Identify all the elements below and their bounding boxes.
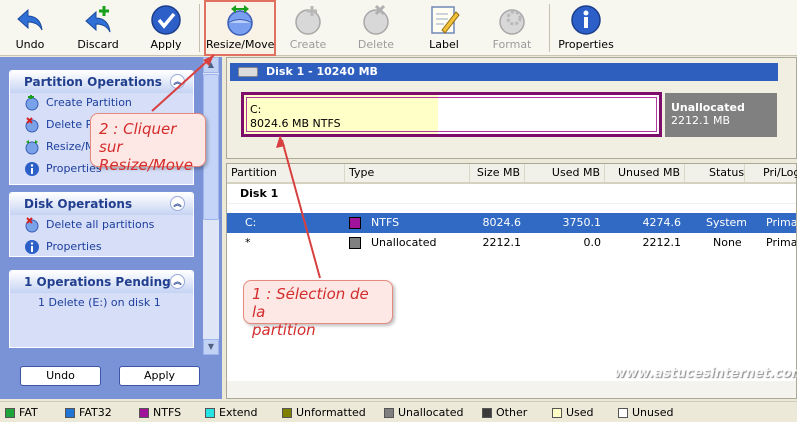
undo-pending-button[interactable]: Undo xyxy=(20,366,101,386)
toolbar: Undo Discard Apply Resize/Move Create De… xyxy=(0,0,797,56)
sidebar-item-delete-all-partitions[interactable]: Delete all partitions xyxy=(10,215,193,237)
column-partition[interactable]: Partition xyxy=(227,164,345,182)
sidebar: Partition Operations ︽ Create Partition … xyxy=(0,57,222,399)
column-type[interactable]: Type xyxy=(345,164,470,182)
scroll-down-icon[interactable]: ▼ xyxy=(203,339,219,355)
annotation-step-2: 2 : Cliquer sur Resize/Move xyxy=(90,113,206,174)
table-header: Partition Type Size MB Used MB Unused MB… xyxy=(227,164,797,184)
legend-unallocated: Unallocated xyxy=(384,406,463,420)
resize-move-icon xyxy=(227,5,253,36)
pending-operations-title: 1 Operations Pending xyxy=(24,275,171,289)
toolbar-separator xyxy=(549,4,550,52)
ntfs-color-swatch xyxy=(349,217,361,229)
hard-disk-icon xyxy=(238,67,258,77)
collapse-icon[interactable]: ︽ xyxy=(170,274,185,289)
pending-operations-panel: 1 Operations Pending ︽ 1 Delete (E:) on … xyxy=(9,270,194,348)
create-button[interactable]: Create xyxy=(280,2,336,54)
legend-unused: Unused xyxy=(618,406,673,420)
format-button[interactable]: Format xyxy=(486,2,538,54)
format-gear-icon xyxy=(499,9,525,35)
partition-operations-header[interactable]: Partition Operations ︽ xyxy=(10,71,193,93)
disk-header[interactable]: Disk 1 - 10240 MB xyxy=(230,63,778,81)
collapse-icon[interactable]: ︽ xyxy=(170,74,185,89)
unallocated-block[interactable]: Unallocated 2212.1 MB xyxy=(665,93,777,137)
toolbar-separator xyxy=(199,4,200,52)
legend-other: Other xyxy=(482,406,527,420)
sidebar-scrollbar[interactable]: ▲ ▼ xyxy=(203,57,219,355)
sidebar-item-disk-properties[interactable]: Properties xyxy=(10,237,193,259)
resize-partition-icon xyxy=(25,140,39,155)
properties-button[interactable]: Properties xyxy=(558,2,614,54)
legend-used: Used xyxy=(552,406,594,420)
create-partition-icon xyxy=(25,95,39,111)
column-unused[interactable]: Unused MB xyxy=(605,164,685,182)
legend-ntfs: NTFS xyxy=(139,406,181,420)
pending-operations-header[interactable]: 1 Operations Pending ︽ xyxy=(10,271,193,293)
info-icon xyxy=(25,162,39,176)
apply-button[interactable]: Apply xyxy=(140,2,192,54)
create-disk-icon xyxy=(295,6,321,35)
delete-disk-icon xyxy=(363,4,389,35)
column-used[interactable]: Used MB xyxy=(525,164,605,182)
legend-unformatted: Unformatted xyxy=(282,406,366,420)
table-horizontal-scrollbar[interactable] xyxy=(227,381,796,398)
legend-fat: FAT xyxy=(5,406,38,420)
collapse-icon[interactable]: ︽ xyxy=(170,196,185,211)
partition-operations-title: Partition Operations xyxy=(24,75,162,89)
discard-button[interactable]: Discard xyxy=(70,2,126,54)
legend-extend: Extend xyxy=(205,406,258,420)
disk-operations-header[interactable]: Disk Operations ︽ xyxy=(10,193,193,215)
column-status[interactable]: Status xyxy=(685,164,745,182)
legend-fat32: FAT32 xyxy=(65,406,112,420)
undo-button[interactable]: Undo xyxy=(4,2,56,54)
resize-move-button[interactable]: Resize/Move xyxy=(204,0,276,56)
label-pencil-icon xyxy=(431,6,460,34)
apply-check-icon xyxy=(151,5,181,35)
sidebar-item-create-partition[interactable]: Create Partition xyxy=(10,93,193,115)
delete-partition-icon xyxy=(25,117,39,133)
unallocated-color-swatch xyxy=(349,237,361,249)
legend-bar: FAT FAT32 NTFS Extend Unformatted Unallo… xyxy=(0,401,797,422)
delete-all-icon xyxy=(25,217,39,233)
disk-operations-title: Disk Operations xyxy=(24,197,133,211)
pending-operation-item[interactable]: 1 Delete (E:) on disk 1 xyxy=(10,293,193,315)
partition-c-block[interactable]: C: 8024.6 MB NTFS xyxy=(241,92,662,137)
table-row[interactable]: C: NTFS 8024.6 3750.1 4274.6 System Prim… xyxy=(227,213,796,233)
annotation-step-1: 1 : Sélection de la partition xyxy=(243,280,393,339)
disk-group-row[interactable]: Disk 1 xyxy=(227,184,796,204)
column-size[interactable]: Size MB xyxy=(470,164,525,182)
info-icon xyxy=(25,240,39,254)
watermark: www.astucesinternet.com xyxy=(614,366,797,381)
info-icon xyxy=(571,5,601,35)
disk-operations-panel: Disk Operations ︽ Delete all partitions … xyxy=(9,192,194,257)
undo-arrow-icon xyxy=(17,8,43,31)
disk-map-panel: Disk 1 - 10240 MB C: 8024.6 MB NTFS Unal… xyxy=(226,57,797,159)
apply-pending-button[interactable]: Apply xyxy=(119,366,200,386)
column-prilog[interactable]: Pri/Log xyxy=(745,164,797,182)
scroll-up-icon[interactable]: ▲ xyxy=(203,57,219,73)
discard-arrow-icon xyxy=(85,6,111,33)
label-button[interactable]: Label xyxy=(416,2,472,54)
delete-button[interactable]: Delete xyxy=(348,2,404,54)
table-row[interactable]: * Unallocated 2212.1 0.0 2212.1 None Pri… xyxy=(227,233,796,253)
